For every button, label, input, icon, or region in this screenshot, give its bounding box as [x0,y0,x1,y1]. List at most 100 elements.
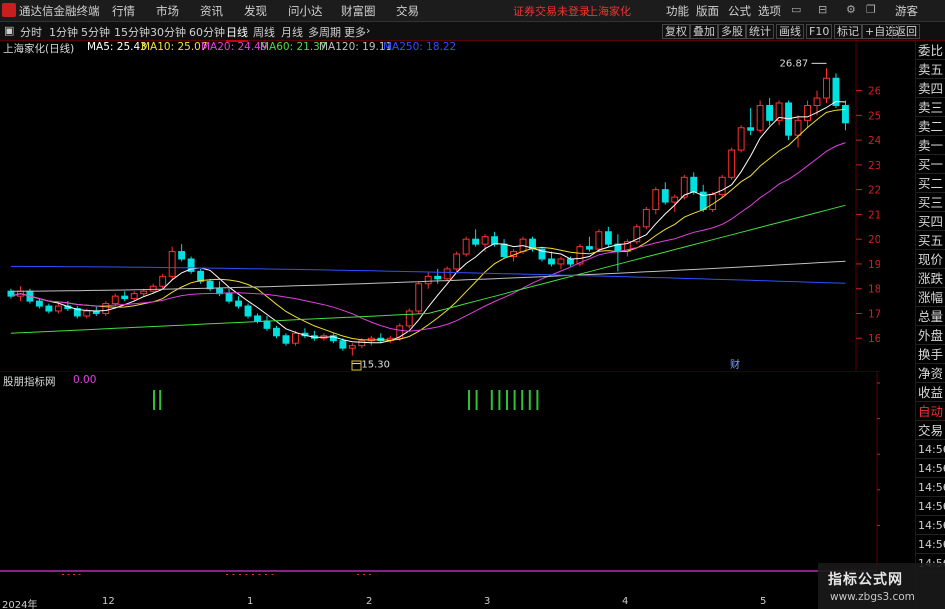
candle [472,238,480,245]
side-panel-item[interactable]: 自动 [916,402,945,421]
signal-bar [506,390,508,410]
menu-item-function[interactable]: 功能 [666,3,689,19]
ma250-label: MA250: 18.22 [383,41,457,53]
signal-bar [369,574,371,575]
side-panel-item[interactable]: 14:56 [916,516,945,535]
mark-button[interactable]: 标记 [834,24,862,39]
side-panel-item[interactable]: 买五 [916,231,945,250]
side-panel-item[interactable]: 卖二 [916,117,945,136]
period-30min[interactable]: 30分钟 [150,24,186,40]
signal-bar [513,390,516,410]
candle [737,127,745,151]
login-notice[interactable]: 证券交易未登录 [513,3,590,19]
candle [111,295,119,305]
y-tick-label: 26.00 [868,86,880,98]
menu-item-options[interactable]: 选项 [758,3,781,19]
side-panel-item[interactable]: 14:56 [916,459,945,478]
candle [168,251,176,277]
side-panel-item[interactable]: 14:56 [916,535,945,554]
chevron-right-icon[interactable]: › [366,24,370,37]
candle [291,332,299,344]
window-icon[interactable]: ❐ [866,3,876,16]
candle [405,310,413,327]
side-panel-item[interactable]: 卖五 [916,60,945,79]
user-label[interactable]: 游客 [895,3,918,19]
candle [453,253,461,270]
side-panel-item[interactable]: 换手 [916,345,945,364]
settings-icon[interactable]: ⚙ [846,3,856,16]
menu-item-news[interactable]: 资讯 [200,3,223,19]
side-panel-item[interactable]: 总量 [916,307,945,326]
back-button[interactable]: 返回 [892,24,920,39]
side-panel-item[interactable]: 外盘 [916,326,945,345]
side-panel-item[interactable]: 交易 [916,421,945,440]
period-intraday[interactable]: 分时 [20,24,42,40]
period-multi[interactable]: 多周期 [308,24,341,40]
menu-item-trade[interactable]: 交易 [396,3,419,19]
adjust-button[interactable]: 复权 [662,24,690,39]
side-panel-item[interactable]: 卖四 [916,79,945,98]
price-legend-title: 上海家化(日线) [3,43,75,55]
menu-item-quotes[interactable]: 行情 [112,3,135,19]
candle [500,243,508,258]
side-panel-item[interactable]: 收益 [916,383,945,402]
side-panel-item[interactable]: 现价 [916,250,945,269]
date-label: 1 [247,596,254,607]
period-60min[interactable]: 60分钟 [189,24,225,40]
period-weekly[interactable]: 周线 [253,24,275,40]
period-15min[interactable]: 15分钟 [114,24,150,40]
multi-stock-button[interactable]: 多股 [718,24,746,39]
candle [358,340,366,347]
side-panel-item[interactable]: 涨跌 [916,269,945,288]
stats-button[interactable]: 统计 [746,24,774,39]
candle [434,275,442,280]
menu-item-discover[interactable]: 发现 [244,3,267,19]
side-panel-item[interactable]: 涨幅 [916,288,945,307]
side-panel-item[interactable]: 14:56 [916,440,945,459]
side-panel-item[interactable]: 委比 [916,41,945,60]
side-panel-item[interactable]: 买一 [916,155,945,174]
menu-item-ask[interactable]: 问小达 [288,3,323,19]
y-tick-label: 21.00 [868,209,880,221]
candle [842,104,849,124]
candle [83,310,91,317]
candle [263,320,271,329]
side-panel-item[interactable]: 净资 [916,364,945,383]
period-5min[interactable]: 5分钟 [81,24,110,40]
candle [424,275,432,285]
period-1min[interactable]: 1分钟 [49,24,78,40]
menu-item-layout[interactable]: 版面 [696,3,719,19]
candle [766,104,774,121]
y-tick-label: 19.00 [868,259,880,271]
f10-button[interactable]: F10 [806,24,833,39]
period-toolbar: ▣ 分时 1分钟 5分钟 15分钟 30分钟 60分钟 日线 周线 月线 多周期… [0,22,945,42]
quote-side-panel: 委比 卖五 卖四 卖三 卖二 卖一 买一 买二 买三 买四 买五 现价 涨跌 涨幅 总量 外盘 换手 净资 收益 自动… [915,41,945,609]
overlay-button[interactable]: 叠加 [690,24,718,39]
draw-button[interactable]: 画线 [776,24,804,39]
signal-bar [252,574,254,575]
restore-icon[interactable]: ⊟ [818,3,827,16]
side-panel-item[interactable]: 14:56 [916,497,945,516]
candle [121,295,129,300]
grid-icon[interactable]: ▣ [4,24,14,37]
side-panel-item[interactable]: 买二 [916,174,945,193]
period-daily[interactable]: 日线 [226,24,248,42]
candle [794,119,802,136]
side-panel-item[interactable]: 14:56 [916,478,945,497]
period-monthly[interactable]: 月线 [281,24,303,40]
ma60-label: MA60: 21.37 [260,41,327,53]
indicator-chart[interactable]: 20.0040.0060.0080.00100.00 [0,371,880,575]
candle [254,315,261,322]
side-panel-item[interactable]: 卖三 [916,98,945,117]
candle [747,127,755,131]
minimize-icon[interactable]: ▭ [791,3,801,16]
side-panel-item[interactable]: 买四 [916,212,945,231]
price-chart[interactable]: 16.00 17.00 18.00 19.00 20.00 21.00 22.00 23.00… [0,41,880,371]
period-more[interactable]: 更多 [344,24,366,40]
menu-item-market[interactable]: 市场 [156,3,179,19]
menu-item-wealth[interactable]: 财富圈 [341,3,376,19]
candle [159,275,167,287]
side-panel-item[interactable]: 卖一 [916,136,945,155]
menu-item-formula[interactable]: 公式 [728,3,751,19]
side-panel-item[interactable]: 买三 [916,193,945,212]
